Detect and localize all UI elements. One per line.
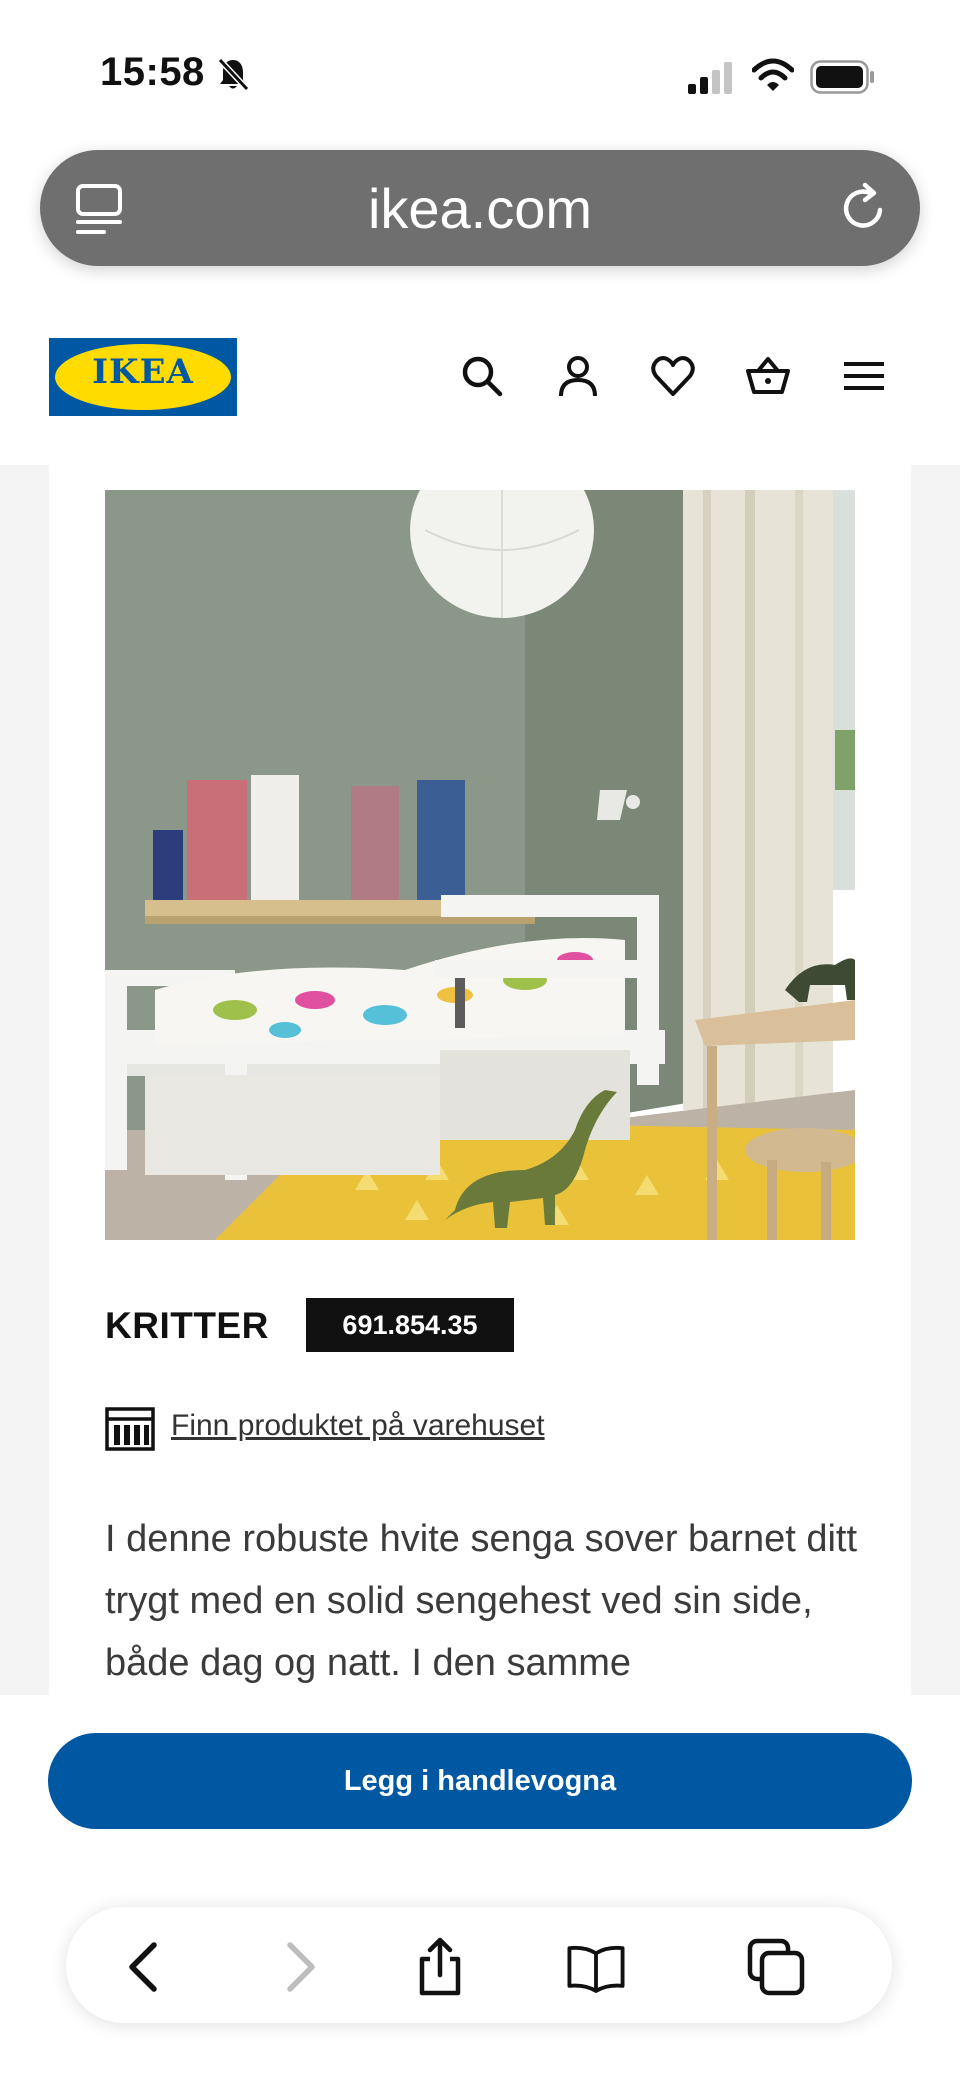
sticky-cta-bar: Legg i handlevogna [0,1695,960,1895]
browser-toolbar [0,1895,960,2087]
address-bar[interactable]: ikea.com [40,150,920,266]
battery-icon [810,60,874,94]
forward-icon[interactable] [268,1937,328,1997]
menu-icon[interactable] [840,352,888,400]
account-icon[interactable] [554,352,602,400]
article-number-badge: 691.854.35 [306,1298,514,1352]
status-time: 15:58 [100,50,205,94]
logo-text: IKEA [92,352,194,392]
product-name: KRITTER [105,1305,269,1346]
product-image[interactable] [105,490,855,1240]
search-icon[interactable] [458,352,506,400]
site-header: IKEA [0,300,960,465]
bookmarks-icon[interactable] [566,1937,626,1997]
back-icon[interactable] [116,1937,176,1997]
tabs-icon[interactable] [746,1937,806,1997]
cellular-signal-icon [688,62,732,94]
product-description: I denne robuste hvite senga sover barnet… [105,1518,858,1684]
wifi-icon [752,58,794,91]
status-bar: 15:58 [0,0,960,150]
toolbar-pill [66,1907,892,2023]
add-to-cart-button[interactable]: Legg i handlevogna [48,1733,912,1829]
url-text: ikea.com [367,177,593,240]
bedroom-illustration [105,490,855,1240]
store-icon [105,1407,155,1451]
find-in-store-link[interactable]: Finn produktet på varehuset [171,1409,545,1443]
shopping-basket-icon[interactable] [744,352,792,400]
reload-icon[interactable] [838,180,890,236]
bell-muted-icon [217,57,250,92]
heart-icon[interactable] [649,352,697,400]
share-icon[interactable] [410,1937,470,1997]
ikea-logo[interactable]: IKEA [49,338,237,416]
